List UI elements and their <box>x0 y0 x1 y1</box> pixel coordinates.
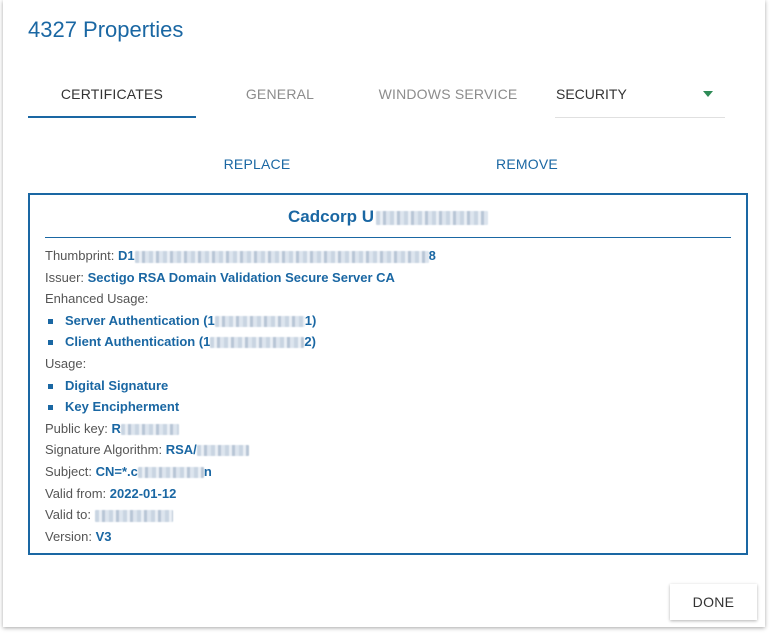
signature-algorithm-start: RSA/ <box>165 442 197 458</box>
public-key-start: R <box>111 420 121 436</box>
tab-windows-service[interactable]: WINDOWS SERVICE <box>364 72 532 116</box>
dialog-title: 4327 Properties <box>28 17 184 42</box>
tab-general[interactable]: GENERAL <box>196 72 364 116</box>
enhanced-usage-item: Server Authentication (1 <box>65 312 215 328</box>
enhanced-usage-item-end: 1) <box>304 312 317 328</box>
list-item: Key Encipherment <box>45 396 736 418</box>
bullet-icon <box>48 318 53 324</box>
enhanced-usage-label: Enhanced Usage: <box>45 291 149 307</box>
thumbprint-end: 8 <box>428 248 436 263</box>
usage-item: Key Encipherment <box>65 399 180 415</box>
enhanced-usage-row: Enhanced Usage: <box>45 288 736 310</box>
issuer-value: Sectigo RSA Domain Validation Secure Ser… <box>87 269 395 285</box>
redacted-text <box>375 210 488 225</box>
signature-algorithm-label: Signature Algorithm: <box>45 442 163 458</box>
version-value: V3 <box>95 528 112 544</box>
subject-start: CN=*.c <box>95 463 138 479</box>
caret-down-icon <box>703 91 713 97</box>
redacted-text <box>94 509 173 522</box>
redacted-text <box>137 467 204 478</box>
usage-label: Usage: <box>45 355 87 371</box>
list-item: Server Authentication (1 1) <box>45 310 736 332</box>
remove-button[interactable]: REMOVE <box>473 156 581 172</box>
redacted-text <box>210 337 305 349</box>
bullet-icon <box>48 340 53 346</box>
redacted-text <box>134 250 429 263</box>
bullet-icon <box>48 405 53 411</box>
security-dropdown[interactable]: SECURITY <box>555 72 725 118</box>
version-label: Version: <box>45 528 92 544</box>
bullet-icon <box>48 383 53 389</box>
valid-from-row: Valid from: 2022-01-12 <box>45 483 736 505</box>
redacted-text <box>214 315 305 327</box>
redacted-text <box>196 445 249 457</box>
list-item: Digital Signature <box>45 375 736 397</box>
certificate-title: Cadcorp U <box>45 207 731 238</box>
subject-label: Subject: <box>45 463 92 479</box>
replace-button[interactable]: REPLACE <box>203 156 311 172</box>
subject-row: Subject: CN=*.c n <box>45 461 736 483</box>
valid-from-label: Valid from: <box>45 485 107 501</box>
issuer-row: Issuer: Sectigo RSA Domain Validation Se… <box>45 267 736 289</box>
valid-to-label: Valid to: <box>45 507 92 523</box>
properties-dialog: 4327 Properties CERTIFICATES GENERAL WIN… <box>3 0 765 627</box>
list-item: Client Authentication (1 2) <box>45 331 736 353</box>
thumbprint-row: Thumbprint: D1 8 <box>45 245 736 267</box>
done-button[interactable]: DONE <box>670 584 757 620</box>
issuer-label: Issuer: <box>45 269 85 285</box>
thumbprint-value: D1 8 <box>118 248 436 263</box>
certificate-title-text: Cadcorp U <box>288 207 374 226</box>
valid-from-value: 2022-01-12 <box>109 485 177 501</box>
thumbprint-start: D1 <box>118 248 135 263</box>
tab-bar: CERTIFICATES GENERAL WINDOWS SERVICE SEC… <box>28 72 728 118</box>
public-key-label: Public key: <box>45 420 108 436</box>
security-dropdown-value: SECURITY <box>556 86 627 102</box>
tab-certificates[interactable]: CERTIFICATES <box>28 72 196 118</box>
usage-row: Usage: <box>45 353 736 375</box>
certificate-fields: Thumbprint: D1 8 Issuer: Sectigo RSA Doma… <box>45 245 736 547</box>
usage-item: Digital Signature <box>65 377 169 393</box>
certificate-details-panel: Cadcorp U Thumbprint: D1 8 Issuer: Sectig… <box>28 193 748 555</box>
public-key-row: Public key: R <box>45 418 736 440</box>
redacted-text <box>120 423 179 435</box>
enhanced-usage-item-end: 2) <box>304 334 316 350</box>
enhanced-usage-item: Client Authentication (1 <box>65 334 211 350</box>
valid-to-row: Valid to: <box>45 504 736 526</box>
subject-end: n <box>203 463 212 479</box>
version-row: Version: V3 <box>45 526 736 548</box>
signature-algorithm-row: Signature Algorithm: RSA/ <box>45 439 736 461</box>
thumbprint-label: Thumbprint: <box>45 248 115 263</box>
